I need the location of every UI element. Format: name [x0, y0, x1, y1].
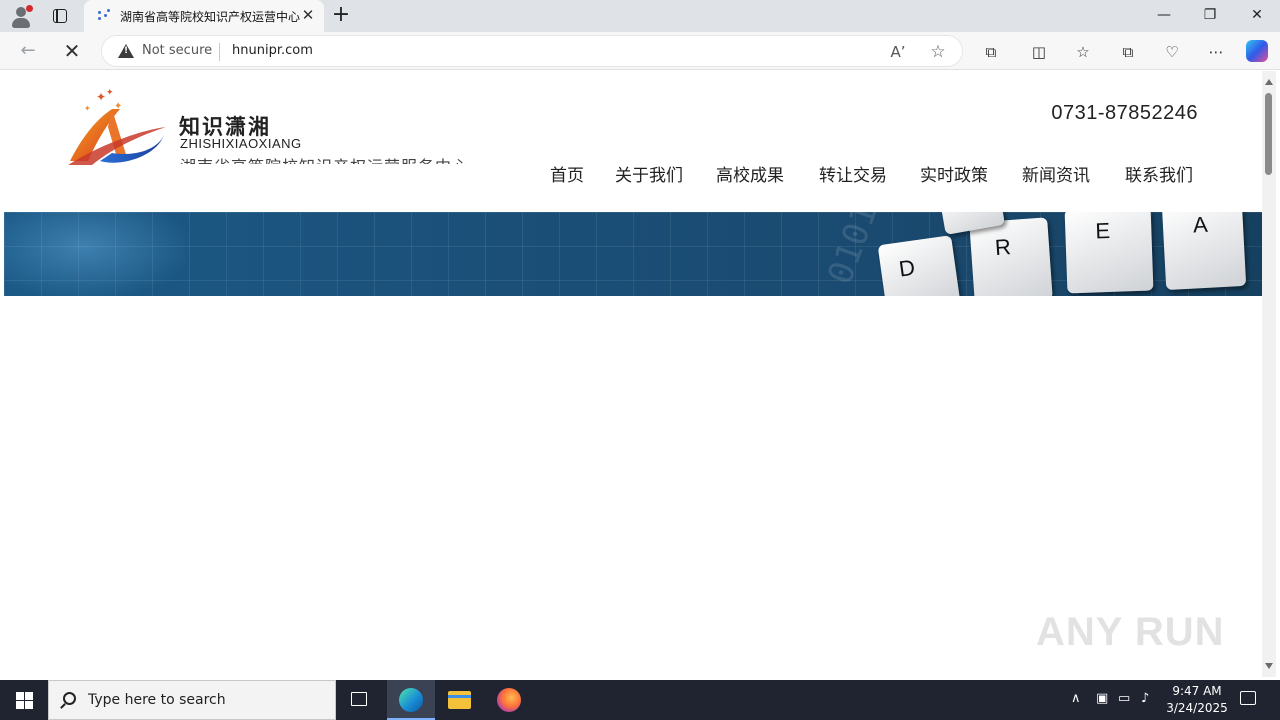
collections-icon[interactable]: ⧉	[1117, 41, 1139, 63]
volume-icon[interactable]: ♪	[1141, 691, 1149, 706]
address-bar[interactable]: Not secure hnunipr.com A’ ☆	[101, 35, 963, 67]
nav-item-about[interactable]: 关于我们	[615, 161, 683, 186]
keyboard-key-r: R	[969, 217, 1053, 296]
warning-triangle-icon[interactable]	[118, 44, 134, 58]
tab-actions-icon[interactable]	[48, 4, 72, 28]
edge-browser-icon[interactable]	[387, 680, 435, 720]
tab-close-icon[interactable]: ✕	[300, 7, 316, 23]
svg-text:✦: ✦	[106, 88, 114, 98]
firefox-icon[interactable]	[485, 680, 533, 720]
tab-title: 湖南省高等院校知识产权运营中心	[120, 10, 300, 24]
browser-essentials-icon[interactable]: ♡	[1161, 41, 1183, 63]
favorite-star-icon[interactable]: ☆	[928, 42, 948, 62]
site-logo-icon[interactable]: ✦ ✦ ✦ ✦	[66, 87, 170, 167]
notification-center-icon[interactable]	[1240, 691, 1256, 705]
browser-toolbar: ← ✕ Not secure hnunipr.com A’ ☆ ⧉ ◫ ☆ ⧉ …	[0, 32, 1280, 70]
close-window-icon[interactable]: ✕	[1234, 0, 1280, 32]
meet-now-icon[interactable]: ▣	[1096, 691, 1108, 706]
page-viewport: ✦ ✦ ✦ ✦ 知识潇湘 ZHISHIXIAOXIANG 湖南省高等院校知识产权…	[4, 71, 1262, 677]
stop-loading-icon[interactable]: ✕	[58, 38, 86, 64]
profile-avatar-icon[interactable]	[9, 4, 33, 28]
tab-strip: 湖南省高等院校知识产权运营中心 ✕ + — ❐ ✕	[0, 0, 1280, 32]
site-favicon-icon	[96, 9, 112, 23]
favorites-icon[interactable]: ☆	[1072, 41, 1094, 63]
svg-text:✦: ✦	[114, 101, 122, 112]
nav-item-policy[interactable]: 实时政策	[920, 161, 988, 186]
logo-english-name[interactable]: ZHISHIXIAOXIANG	[180, 136, 302, 151]
nav-item-news[interactable]: 新闻资讯	[1022, 161, 1090, 186]
anyrun-watermark: ANY RUN	[1036, 610, 1225, 654]
network-icon[interactable]: ▭	[1118, 691, 1130, 706]
show-hidden-icons[interactable]: ∧	[1071, 691, 1081, 706]
windows-start-icon[interactable]	[0, 680, 48, 720]
scroll-down-icon[interactable]	[1265, 663, 1273, 669]
nav-item-trading[interactable]: 转让交易	[819, 161, 887, 186]
nav-item-achievements[interactable]: 高校成果	[716, 161, 784, 186]
system-clock[interactable]: 9:47 AM 3/24/2025	[1162, 683, 1232, 717]
address-divider	[219, 43, 220, 61]
url-text[interactable]: hnunipr.com	[232, 43, 313, 58]
keyboard-key-e: E	[1064, 212, 1154, 294]
scroll-thumb[interactable]	[1265, 93, 1272, 175]
page-scrollbar[interactable]	[1262, 71, 1276, 677]
split-screen-icon[interactable]: ◫	[1028, 41, 1050, 63]
taskbar-search-box[interactable]: Type here to search	[48, 680, 336, 720]
scroll-up-icon[interactable]	[1265, 79, 1273, 85]
extensions-icon[interactable]: ⧉	[980, 41, 1002, 63]
browser-tab-active[interactable]: 湖南省高等院校知识产权运营中心 ✕	[84, 0, 324, 32]
nav-item-contact[interactable]: 联系我们	[1125, 161, 1193, 186]
search-icon	[63, 692, 76, 705]
clock-date: 3/24/2025	[1166, 701, 1228, 715]
keyboard-key-d: D	[877, 235, 961, 296]
read-aloud-icon[interactable]: A’	[888, 42, 908, 62]
clock-time: 9:47 AM	[1172, 684, 1222, 698]
copilot-icon[interactable]	[1246, 40, 1268, 62]
contact-phone: 0731-87852246	[1051, 102, 1198, 124]
search-placeholder: Type here to search	[88, 692, 226, 708]
nav-item-home[interactable]: 首页	[550, 161, 584, 186]
task-view-icon[interactable]	[336, 680, 384, 720]
more-menu-icon[interactable]: ⋯	[1205, 41, 1227, 63]
keyboard-key-a: A	[1161, 212, 1247, 291]
back-arrow-icon[interactable]: ←	[14, 38, 42, 64]
file-explorer-icon[interactable]	[436, 680, 484, 720]
svg-text:✦: ✦	[84, 104, 91, 113]
restore-icon[interactable]: ❐	[1187, 0, 1233, 32]
minimize-icon[interactable]: —	[1141, 0, 1187, 32]
hero-banner: 0101 D R E A	[4, 212, 1262, 296]
svg-text:✦: ✦	[96, 90, 106, 104]
security-status-label[interactable]: Not secure	[142, 43, 212, 58]
new-tab-button[interactable]: +	[330, 4, 352, 27]
logo-subtitle-text: 湖南省高等院校知识产权运营服务中心	[180, 154, 469, 164]
logo-subtitle: 湖南省高等院校知识产权运营服务中心	[180, 154, 469, 164]
windows-taskbar: Type here to search ∧ ▣ ▭ ♪ 9:47 AM 3/24…	[0, 680, 1280, 720]
